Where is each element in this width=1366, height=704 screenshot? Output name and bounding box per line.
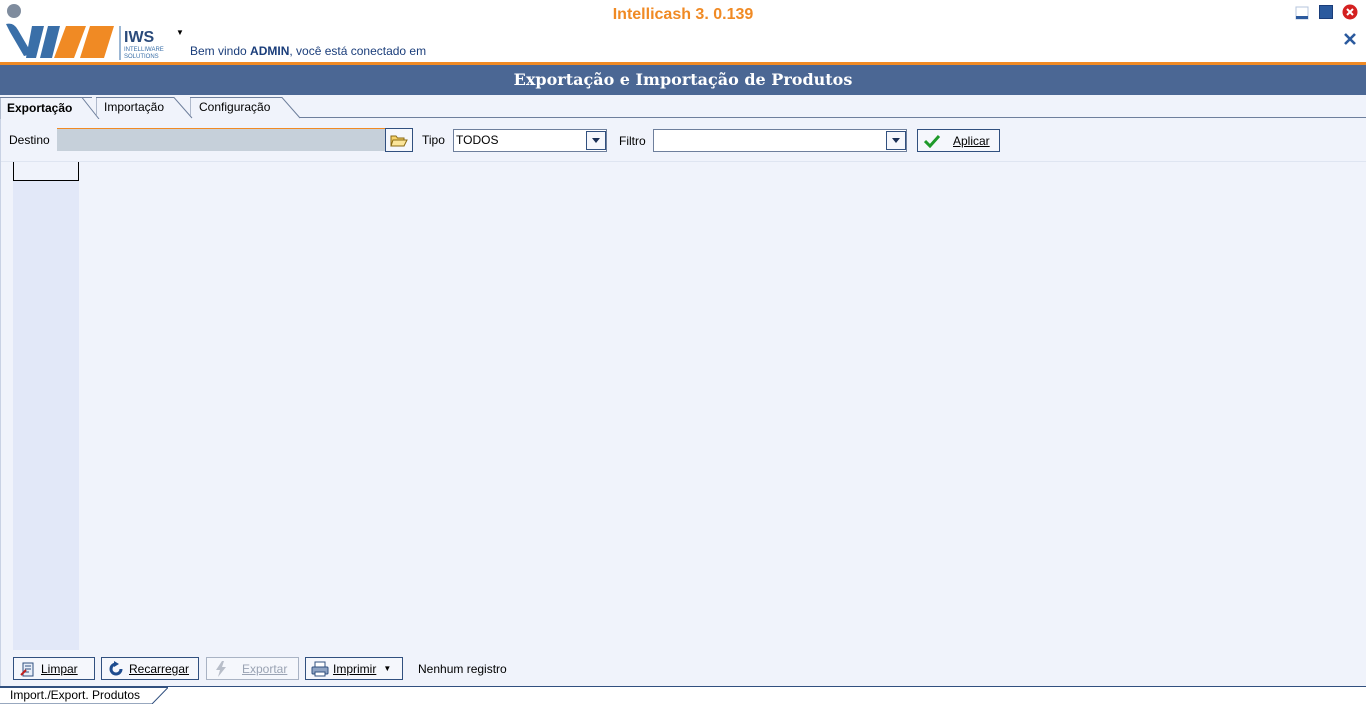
logo-subtext-1: INTELLIWARE xyxy=(124,47,164,53)
tab-label: Exportação xyxy=(7,101,73,115)
app-header: IWS INTELLIWARE SOLUTIONS ▼ Intellicash … xyxy=(0,0,1366,62)
printer-icon xyxy=(311,661,329,677)
footer-tab-import-export[interactable]: Import./Export. Produtos xyxy=(0,687,168,704)
aplicar-button[interactable]: Aplicar xyxy=(917,129,1000,152)
grid-header-cell[interactable] xyxy=(13,162,79,181)
grid-indicator-column xyxy=(13,162,79,650)
welcome-suffix: , você está conectado em xyxy=(289,44,427,58)
open-folder-icon xyxy=(390,135,408,146)
limpar-label: Limpar xyxy=(41,661,78,676)
maximize-button[interactable] xyxy=(1318,4,1334,20)
destino-label: Destino xyxy=(9,133,50,147)
action-bar: Limpar Recarregar Exportar Imprimir ▼ Ne… xyxy=(1,656,1366,684)
aplicar-label: Aplicar xyxy=(953,133,990,148)
exportar-button[interactable]: Exportar xyxy=(206,657,299,680)
logo-subtext-2: SOLUTIONS xyxy=(124,54,159,60)
close-circle-icon xyxy=(1342,4,1358,20)
app-title: Intellicash 3. 0.139 xyxy=(612,6,754,23)
tipo-value: TODOS xyxy=(456,133,499,147)
tab-label: Configuração xyxy=(199,100,271,114)
browse-folder-button[interactable] xyxy=(385,128,413,152)
close-app-button[interactable] xyxy=(1342,4,1358,20)
tab-importacao[interactable]: Importação xyxy=(96,97,196,119)
logo-text: IWS xyxy=(124,29,155,46)
imprimir-label: Imprimir xyxy=(333,661,377,676)
tab-strip: Configuração Importação Exportação xyxy=(0,95,1366,119)
reload-icon xyxy=(107,660,125,677)
destino-input[interactable] xyxy=(57,128,385,151)
chevron-down-icon xyxy=(892,138,900,143)
exportar-label: Exportar xyxy=(242,661,288,676)
logo-menu-arrow[interactable]: ▼ xyxy=(176,28,184,37)
filtro-label: Filtro xyxy=(619,134,646,148)
recarregar-button[interactable]: Recarregar xyxy=(101,657,199,680)
filter-toolbar: Destino Tipo TODOS Filtro Aplicar xyxy=(1,118,1366,162)
checkmark-icon xyxy=(923,133,941,149)
clear-icon xyxy=(19,661,37,677)
minimize-icon xyxy=(1295,6,1309,20)
close-icon xyxy=(1344,33,1356,45)
filtro-select[interactable] xyxy=(653,129,907,152)
filtro-dropdown-button[interactable] xyxy=(886,131,906,150)
welcome-message: Bem vindo ADMIN, você está conectado em xyxy=(190,44,426,58)
welcome-prefix: Bem vindo xyxy=(190,44,251,58)
tipo-label: Tipo xyxy=(422,133,445,147)
welcome-user: ADMIN xyxy=(250,44,290,58)
tab-label: Importação xyxy=(104,100,165,114)
footer-bar: Import./Export. Produtos xyxy=(0,686,1366,704)
limpar-button[interactable]: Limpar xyxy=(13,657,95,680)
lightning-icon xyxy=(212,660,230,677)
minimize-button[interactable] xyxy=(1294,5,1310,21)
status-text: Nenhum registro xyxy=(418,662,507,676)
window-title: Exportação e Importação de Produtos xyxy=(0,65,1366,95)
export-panel: Destino Tipo TODOS Filtro Aplicar Limpar… xyxy=(0,118,1366,686)
tipo-dropdown-button[interactable] xyxy=(586,131,606,150)
tab-configuracao[interactable]: Configuração xyxy=(190,97,302,119)
footer-tab-label: Import./Export. Produtos xyxy=(10,688,141,702)
maximize-icon xyxy=(1319,5,1333,19)
tipo-select[interactable]: TODOS xyxy=(453,129,607,152)
chevron-down-icon xyxy=(592,138,600,143)
close-window-button[interactable] xyxy=(1342,31,1358,47)
recarregar-label: Recarregar xyxy=(129,661,190,676)
grid-separator xyxy=(1,161,1366,162)
tab-exportacao[interactable]: Exportação xyxy=(0,97,100,119)
dropdown-arrow-icon: ▼ xyxy=(383,664,392,673)
imprimir-button[interactable]: Imprimir ▼ xyxy=(305,657,403,680)
